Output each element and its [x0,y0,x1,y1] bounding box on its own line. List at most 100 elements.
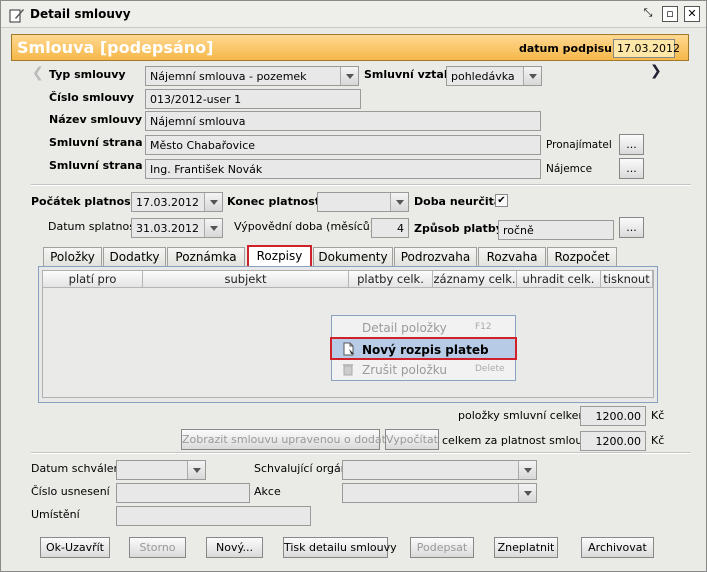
name-field[interactable]: Nájemní smlouva [145,111,541,131]
resolution-field[interactable] [116,483,250,503]
chevron-down-icon [187,461,205,479]
column-header[interactable]: platby celk. [349,271,433,288]
tab-podrozvaha[interactable]: Podrozvaha [394,247,477,267]
location-field[interactable] [116,506,311,526]
items-total-field: 1200.00 [580,406,646,426]
new-button[interactable]: Nový... [206,537,263,558]
relation-label: Smluvní vztah [364,68,452,81]
menu-shortcut: Delete [475,364,505,374]
notice-label: Výpovědní doba (měsíců) [234,220,375,233]
due-date-field[interactable]: 31.03.2012 [131,218,223,238]
tab-rozpisy[interactable]: Rozpisy [247,245,312,268]
chevron-down-icon [523,67,541,85]
start-label: Počátek platnosti [31,195,140,208]
due-label: Datum splatnosti [48,220,143,233]
divider [31,184,691,186]
context-menu: Detail položky F12 Nový rozpis plateb Zr… [330,315,517,381]
archive-button[interactable]: Archivovat [581,537,654,558]
type-label: Typ smlouvy [49,68,126,81]
previous-arrow-icon[interactable]: ❮ [32,65,44,81]
notice-field[interactable]: 4 [371,218,409,238]
contract-detail-window: Detail smlouvy ⤡ ▫ ✕ Smlouva [podepsáno]… [0,0,707,572]
chevron-down-icon [204,193,222,211]
payment-label: Způsob platby [414,222,503,235]
currency-label: Kč [651,409,665,422]
items-total-label: položky smluvní celkem [458,409,590,422]
number-field[interactable]: 013/2012-user 1 [145,89,361,109]
start-date-value: 17.03.2012 [136,196,199,209]
divider [31,452,691,454]
tab-dokumenty[interactable]: Dokumenty [313,247,393,267]
chevron-down-icon [340,67,358,85]
start-date-field[interactable]: 17.03.2012 [131,192,223,212]
tab-rozpocet[interactable]: Rozpočet [547,247,617,267]
invalidate-button[interactable]: Zneplatnit [494,537,558,558]
column-header[interactable]: záznamy celk. [433,271,517,288]
sign-button[interactable]: Podepsat [410,537,474,558]
party1-field[interactable]: Město Chabařovice [145,135,541,155]
cancel-button[interactable]: Storno [129,537,186,558]
window-title: Detail smlouvy [30,7,131,21]
close-icon[interactable]: ✕ [684,6,700,22]
menu-item-label: Detail položky [362,321,447,335]
authority-label: Schvalující orgán [254,462,348,475]
calculate-button[interactable]: Vypočítat [385,429,439,450]
print-detail-button[interactable]: Tisk detailu smlouvy [283,537,397,558]
location-label: Umístění [31,508,80,521]
validity-total-label: celkem za platnost smlouvy [442,434,596,447]
menu-item-new-payment-schedule[interactable]: Nový rozpis plateb [330,337,517,360]
action-select[interactable] [342,483,537,503]
tab-rozvaha[interactable]: Rozvaha [478,247,546,267]
maximize-icon[interactable]: ▫ [662,6,678,22]
approval-date-label: Datum schválení [31,462,124,475]
payment-field[interactable]: ročně [498,220,614,240]
ok-close-button[interactable]: Ok-Uzavřít [40,537,110,558]
authority-select[interactable] [342,460,537,480]
contract-header: Smlouva [podepsáno] datum podpisu: 17.03… [11,34,689,61]
tab-dodatky[interactable]: Dodatky [103,247,166,267]
name-label: Název smlouvy [49,113,143,126]
due-date-value: 31.03.2012 [136,222,199,235]
indefinite-checkbox[interactable]: ✔ [495,194,508,207]
page-title: Smlouva [podepsáno] [17,38,214,57]
party2-field[interactable]: Ing. František Novák [145,159,541,179]
menu-item-delete[interactable]: Zrušit položku Delete [332,360,515,380]
number-label: Číslo smlouvy [49,91,135,104]
party2-label: Smluvní strana 2 [49,159,154,172]
type-select[interactable]: Nájemní smlouva - pozemek [145,66,359,86]
chevron-down-icon [518,461,536,479]
indefinite-label: Doba neurčitá [414,195,502,208]
tab-polozky[interactable]: Položky [43,247,102,267]
next-arrow-icon[interactable]: ❯ [650,63,662,79]
chevron-down-icon [518,484,536,502]
relation-value: pohledávka [451,70,515,83]
payment-browse-button[interactable]: ... [619,217,644,238]
end-label: Konec platnosti [227,195,324,208]
resolution-label: Číslo usnesení [31,485,110,498]
column-header[interactable]: platí pro [43,271,143,288]
party1-role: Pronajímatel [546,139,612,151]
action-label: Akce [254,485,281,498]
chevron-down-icon [204,219,222,237]
type-value: Nájemní smlouva - pozemek [150,70,307,83]
tab-poznamka[interactable]: Poznámka [167,247,245,267]
menu-item-label: Nový rozpis plateb [362,343,489,357]
column-header[interactable]: uhradit celk. [517,271,601,288]
party2-browse-button[interactable]: ... [619,158,644,179]
column-header[interactable]: tisknout [601,271,653,288]
show-modified-contract-button[interactable]: Zobrazit smlouvu upravenou o dodatky [181,429,398,450]
restore-icon[interactable]: ⤡ [640,6,656,22]
relation-select[interactable]: pohledávka [446,66,542,86]
approval-date-field[interactable] [116,460,206,480]
menu-item-detail[interactable]: Detail položky F12 [332,318,515,338]
column-header[interactable]: subjekt [143,271,349,288]
chevron-down-icon [390,193,408,211]
party1-label: Smluvní strana 1 [49,136,154,149]
end-date-field[interactable] [317,192,409,212]
edit-document-icon [9,9,24,23]
trash-icon [343,364,353,376]
sign-date-label: datum podpisu: [519,42,617,55]
sign-date-field[interactable]: 17.03.2012 [613,39,680,58]
party1-browse-button[interactable]: ... [619,134,644,155]
title-bar: Detail smlouvy ⤡ ▫ ✕ [1,1,706,28]
